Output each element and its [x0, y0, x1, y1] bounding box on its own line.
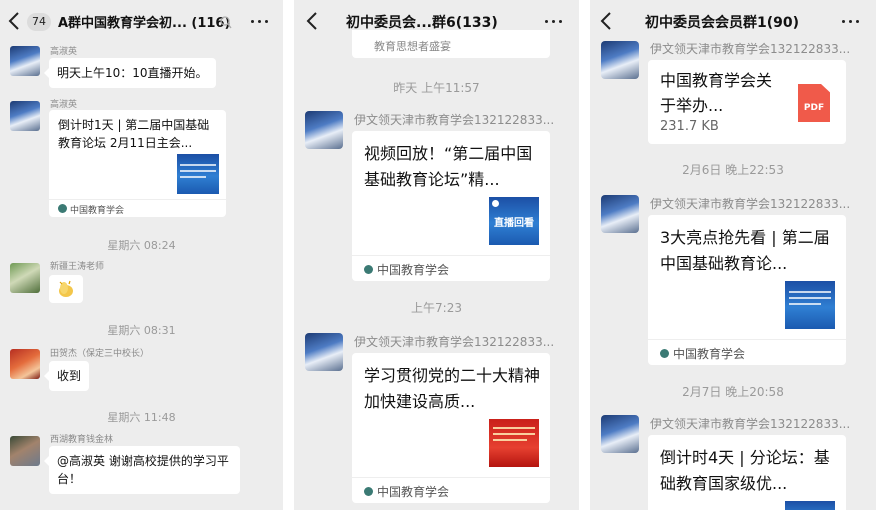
article-card[interactable]: 3大亮点抢先看 | 第二届中国基础教育论... 中国教育学会	[648, 215, 846, 365]
card-source: 中国教育学会	[377, 485, 450, 499]
back-button[interactable]	[306, 11, 326, 33]
card-footer: 中国教育学会	[648, 339, 846, 365]
sender-name: 西湖教育钱金林	[50, 435, 114, 445]
timestamp: 昨天 上午11:57	[393, 81, 480, 95]
avatar[interactable]	[305, 111, 343, 149]
sender-name: 伊文领天津市教育学会132122833...	[354, 335, 555, 349]
message-bubble[interactable]	[49, 275, 83, 303]
chat-panel-a-group: 74 A群中国教育学会初... (116) 高淑英 明天上午10：10直播开始。…	[0, 0, 283, 510]
chat-title: 初中委员会会员群1(90)	[645, 15, 800, 31]
card-thumbnail	[785, 501, 835, 510]
sender-name: 高淑英	[50, 47, 78, 57]
card-source: 中国教育学会	[673, 347, 746, 361]
more-options-button[interactable]	[840, 10, 862, 32]
article-card-partial[interactable]: 教育思想者盛宴	[352, 30, 550, 58]
mute-icon	[220, 16, 232, 29]
unread-count-badge: 74	[27, 13, 51, 31]
article-card[interactable]: 学习贯彻党的二十大精神 加快建设高质... 中国教育学会	[352, 353, 550, 503]
thumbnail-caption: 直播回看	[494, 218, 534, 229]
clapping-hands-icon	[59, 280, 73, 297]
article-card[interactable]: 倒计时1天 | 第二届中国基础教育论坛 2月11日主会... 中国教育学会	[49, 110, 226, 217]
card-title: 视频回放！“第二届中国基础教育论坛”精...	[364, 144, 533, 189]
file-size: 231.7 KB	[660, 119, 719, 134]
card-footer: 中国教育学会	[352, 255, 550, 281]
avatar[interactable]	[10, 349, 40, 379]
avatar[interactable]	[10, 263, 40, 293]
chat-panel-group6: 初中委员会...群6(133) 教育思想者盛宴 昨天 上午11:57 伊文领天津…	[294, 0, 579, 510]
chat-title: 初中委员会...群6(133)	[346, 15, 498, 31]
back-button[interactable]	[8, 11, 28, 33]
card-footer: 中国教育学会	[49, 199, 226, 217]
timestamp: 星期六 08:31	[107, 324, 176, 337]
back-button[interactable]	[600, 11, 620, 33]
message-bubble[interactable]: 明天上午10：10直播开始。	[44, 58, 216, 88]
timestamp: 星期六 11:48	[107, 411, 176, 424]
card-footer: 中国教育学会	[352, 477, 550, 503]
timestamp: 星期六 08:24	[107, 239, 176, 252]
card-title: 3大亮点抢先看 | 第二届中国基础教育论...	[660, 228, 830, 273]
article-card[interactable]: 视频回放！“第二届中国基础教育论坛”精... 直播回看 中国教育学会	[352, 131, 550, 281]
sender-name: 新疆王涛老师	[50, 262, 105, 272]
file-card[interactable]: 中国教育学会关于举办... 231.7 KB PDF	[648, 60, 846, 144]
card-thumbnail: 直播回看	[489, 197, 539, 245]
sender-name: 伊文领天津市教育学会132122833...	[650, 197, 851, 211]
card-title: 倒计时4天 | 分论坛：基础教育国家级优...	[660, 448, 830, 493]
sender-name: 伊文领天津市教育学会132122833...	[650, 417, 851, 431]
source-logo-icon	[364, 487, 373, 496]
sender-name: 高淑英	[50, 100, 78, 110]
card-thumbnail	[785, 281, 835, 329]
source-logo-icon	[660, 349, 669, 358]
chat-header: 74 A群中国教育学会初... (116)	[0, 0, 283, 44]
card-source: 中国教育学会	[377, 263, 450, 277]
avatar[interactable]	[10, 46, 40, 76]
chat-header: 初中委员会会员群1(90)	[590, 0, 876, 44]
sender-name: 伊文领天津市教育学会132122833...	[650, 42, 851, 56]
file-type-label: PDF	[803, 103, 825, 113]
timestamp: 2月6日 晚上22:53	[682, 163, 784, 177]
chevron-left-icon	[306, 12, 317, 30]
avatar[interactable]	[601, 41, 639, 79]
avatar[interactable]	[601, 195, 639, 233]
card-thumbnail	[489, 419, 539, 467]
card-thumbnail	[177, 154, 219, 194]
article-card[interactable]: 倒计时4天 | 分论坛：基础教育国家级优...	[648, 435, 846, 510]
source-logo-icon	[58, 204, 67, 213]
card-title: 学习贯彻党的二十大精神 加快建设高质...	[364, 366, 541, 411]
timestamp: 上午7:23	[411, 301, 462, 315]
timestamp: 2月7日 晚上20:58	[682, 385, 784, 399]
card-title: 倒计时1天 | 第二届中国基础教育论坛 2月11日主会...	[58, 118, 210, 150]
chat-panel-group1: 初中委员会会员群1(90) 伊文领天津市教育学会132122833... 中国教…	[590, 0, 876, 510]
card-source: 中国教育学会	[70, 206, 125, 216]
avatar[interactable]	[10, 101, 40, 131]
more-options-button[interactable]	[543, 10, 565, 32]
chat-title: A群中国教育学会初... (116)	[58, 16, 231, 31]
file-title: 中国教育学会关于举办...	[660, 71, 773, 115]
chevron-left-icon	[8, 12, 19, 30]
avatar[interactable]	[10, 436, 40, 466]
pdf-file-icon: PDF	[798, 84, 830, 122]
avatar[interactable]	[305, 333, 343, 371]
source-logo-icon	[364, 265, 373, 274]
message-bubble[interactable]: @高淑英 谢谢高校提供的学习平台！	[44, 446, 240, 494]
avatar[interactable]	[601, 415, 639, 453]
sender-name: 田贺杰（保定三中校长）	[50, 349, 150, 359]
card-source: 教育思想者盛宴	[374, 40, 451, 53]
more-options-button[interactable]	[249, 10, 271, 32]
sender-name: 伊文领天津市教育学会132122833...	[354, 113, 555, 127]
chevron-left-icon	[600, 12, 611, 30]
message-bubble[interactable]: 收到	[43, 361, 90, 391]
